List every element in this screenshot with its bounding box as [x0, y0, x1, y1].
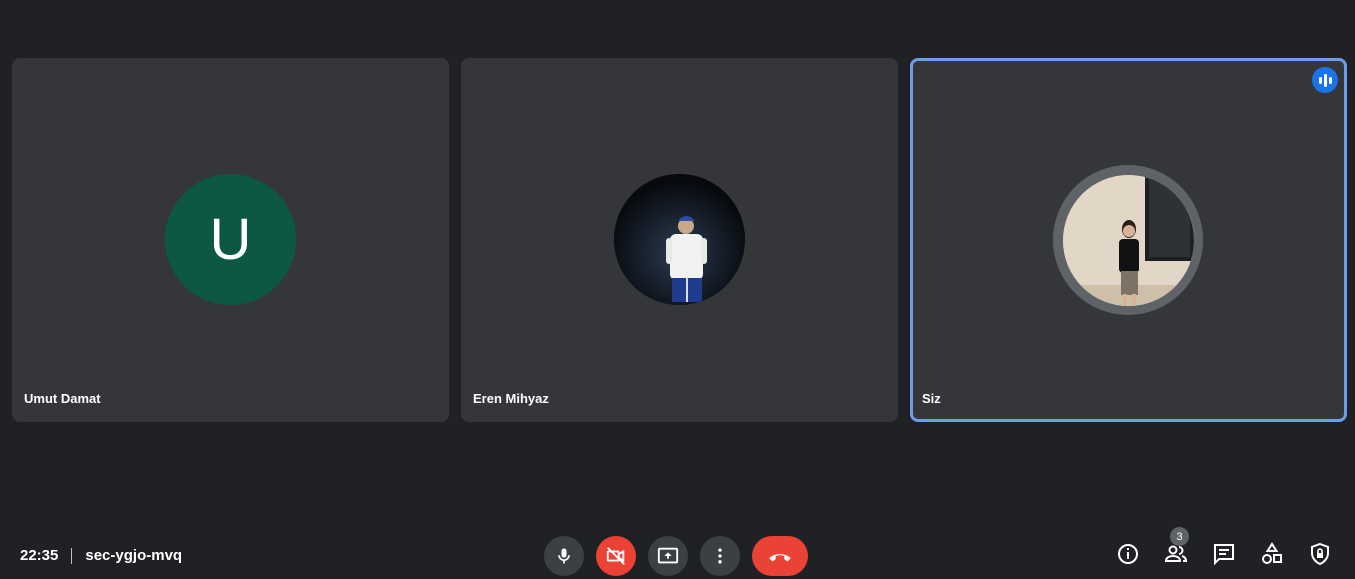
- divider: [71, 547, 73, 564]
- profile-photo-image: [614, 174, 745, 305]
- avatar: [614, 174, 745, 305]
- camera-toggle-button[interactable]: [596, 536, 636, 576]
- avatar-speaking-ring: [1053, 165, 1203, 315]
- more-options-button[interactable]: [700, 536, 740, 576]
- speaking-indicator-icon: [1312, 67, 1338, 93]
- present-screen-button[interactable]: [648, 536, 688, 576]
- chat-button[interactable]: [1211, 541, 1237, 567]
- meeting-side-controls: 3: [1093, 527, 1333, 567]
- participant-tile-self[interactable]: Siz: [910, 58, 1347, 422]
- meeting-details-button[interactable]: [1115, 541, 1141, 567]
- avatar: [1062, 174, 1194, 306]
- camera-off-icon: [606, 547, 625, 565]
- meeting-stage: U Umut Damat Eren Mihyaz Siz 22:35 sec-y…: [0, 0, 1355, 579]
- participant-tile-eren[interactable]: Eren Mihyaz: [461, 58, 898, 422]
- activities-button[interactable]: [1259, 541, 1285, 567]
- leave-call-button[interactable]: [752, 536, 808, 576]
- microphone-button[interactable]: [544, 536, 584, 576]
- participant-name: Eren Mihyaz: [473, 391, 549, 406]
- participant-name: Umut Damat: [24, 391, 101, 406]
- meeting-time: 22:35: [20, 547, 59, 564]
- more-options-icon: [718, 548, 722, 564]
- present-screen-icon: [657, 547, 679, 564]
- profile-photo-image: [1062, 174, 1194, 306]
- meeting-info: 22:35 sec-ygjo-mvq: [20, 547, 182, 564]
- call-controls: [544, 536, 808, 576]
- avatar-letter: U: [209, 207, 252, 272]
- participant-tile-umut[interactable]: U Umut Damat: [12, 58, 449, 422]
- meeting-code[interactable]: sec-ygjo-mvq: [85, 547, 182, 564]
- avatar: U: [165, 174, 296, 305]
- host-controls-button[interactable]: [1307, 541, 1333, 567]
- hang-up-icon: [769, 554, 791, 562]
- info-icon: [1118, 544, 1138, 564]
- chat-icon: [1214, 544, 1234, 566]
- host-controls-icon: [1311, 542, 1329, 566]
- people-count-badge: 3: [1170, 527, 1189, 546]
- people-button[interactable]: 3: [1163, 527, 1189, 567]
- participant-name: Siz: [922, 391, 941, 406]
- mic-icon: [558, 548, 570, 564]
- bottom-toolbar: 22:35 sec-ygjo-mvq 3: [0, 527, 1355, 579]
- activities-icon: [1262, 542, 1282, 564]
